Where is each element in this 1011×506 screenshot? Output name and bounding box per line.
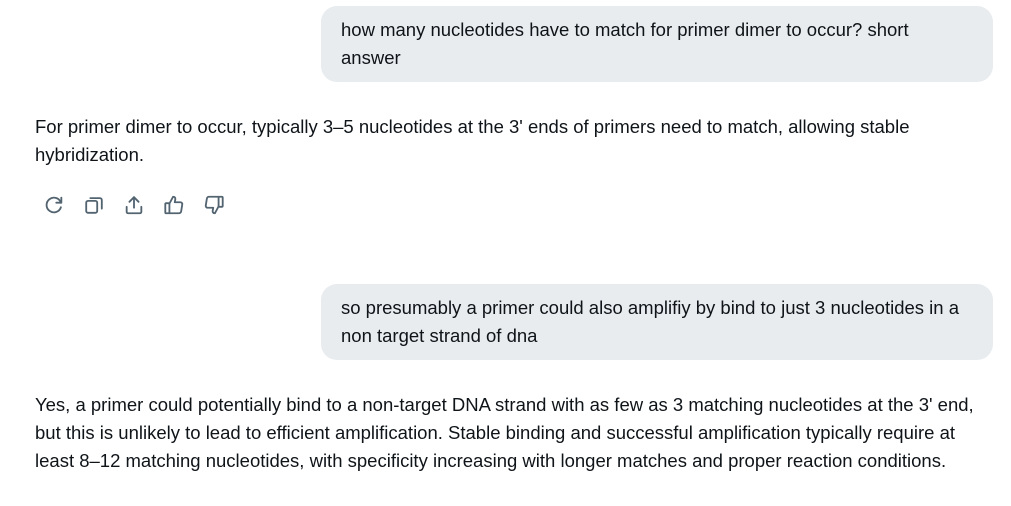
assistant-message-text: For primer dimer to occur, typically 3–5… — [35, 116, 910, 165]
chat-thread: how many nucleotides have to match for p… — [0, 0, 1011, 506]
copy-icon — [74, 194, 105, 216]
user-message-text: how many nucleotides have to match for p… — [341, 19, 909, 68]
copy-button[interactable] — [74, 190, 114, 220]
assistant-message-text: Yes, a primer could potentially bind to … — [35, 394, 974, 471]
user-message-text: so presumably a primer could also amplif… — [341, 297, 960, 346]
user-message-bubble: how many nucleotides have to match for p… — [321, 6, 993, 82]
message-actions-bar — [34, 190, 234, 220]
thumbs-down-icon — [194, 194, 225, 216]
thumbs-up-icon — [154, 194, 185, 216]
assistant-message: For primer dimer to occur, typically 3–5… — [35, 113, 995, 169]
share-icon — [114, 194, 145, 216]
regenerate-icon — [34, 194, 65, 216]
share-button[interactable] — [114, 190, 154, 220]
assistant-message: Yes, a primer could potentially bind to … — [35, 391, 995, 475]
thumbs-up-button[interactable] — [154, 190, 194, 220]
thumbs-down-button[interactable] — [194, 190, 234, 220]
user-message-bubble: so presumably a primer could also amplif… — [321, 284, 993, 360]
regenerate-button[interactable] — [34, 190, 74, 220]
